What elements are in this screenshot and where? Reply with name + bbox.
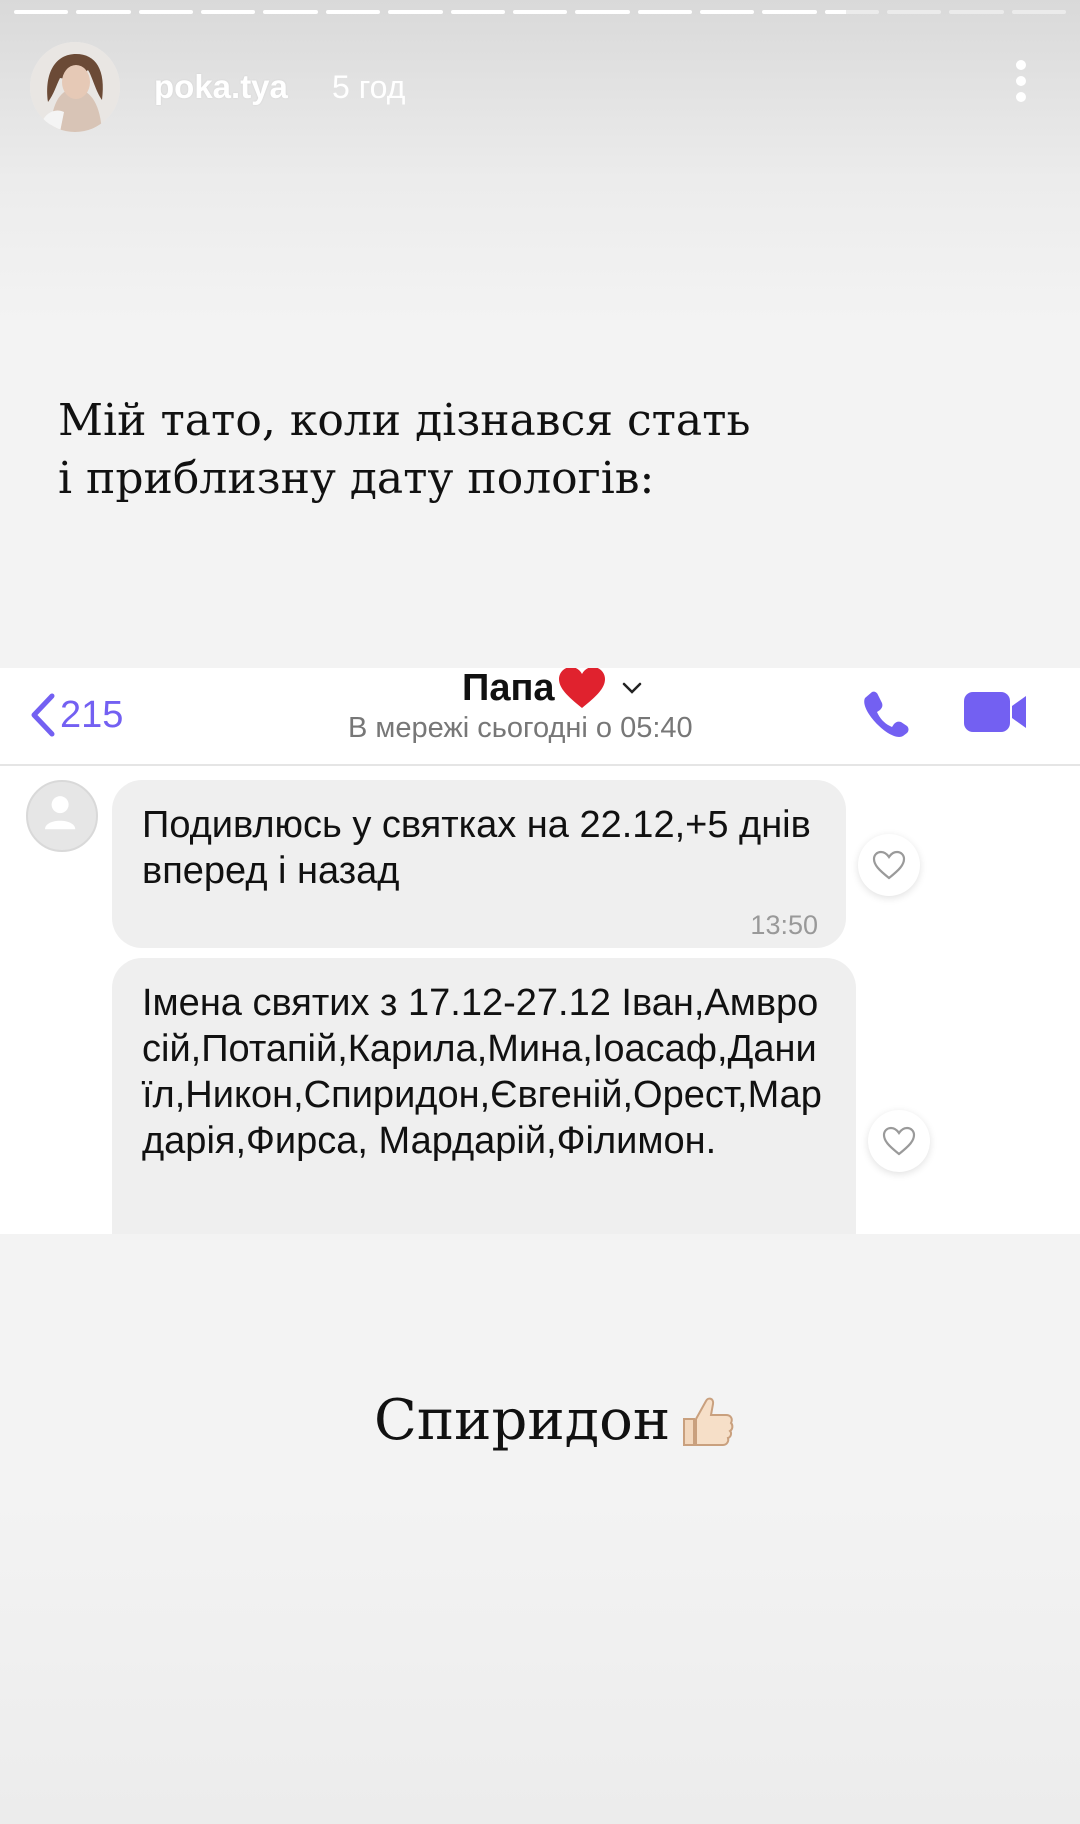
message-text: Подивлюсь у святках на 22.12,+5 днів впе…: [142, 804, 811, 892]
story-progress-segment: [949, 10, 1004, 14]
result-label: Спиридон: [374, 1388, 671, 1453]
more-options-icon[interactable]: [1014, 60, 1028, 110]
message-text: Імена святих з 17.12-27.12 Іван,Амвросій…: [142, 982, 822, 1162]
story-progress-segment: [887, 10, 942, 14]
story-progress-segment: [637, 10, 692, 14]
story-progress-segment: [325, 10, 381, 14]
story-progress-segment: [263, 10, 318, 14]
username[interactable]: poka.tya: [154, 68, 288, 106]
story-progress-segment: [201, 10, 256, 14]
story-result-text: Спиридон: [374, 1388, 736, 1453]
video-call-icon[interactable]: [962, 686, 1030, 738]
story-progress-segment: [699, 10, 755, 14]
story-progress-bar: [14, 10, 1067, 16]
message-bubble[interactable]: Подивлюсь у святках на 22.12,+5 днів впе…: [112, 780, 846, 948]
contact-status: В мережі сьогодні о 05:40: [348, 712, 693, 744]
chat-screenshot: 215 Папа В мережі сьогодні о 05:40 Подив…: [0, 668, 1080, 1234]
red-heart-icon: [558, 668, 605, 708]
contact-name[interactable]: Папа: [462, 668, 643, 710]
message-time: 13:50: [750, 910, 818, 940]
story-progress-segment: [14, 10, 69, 14]
story-progress-segment: [824, 10, 880, 14]
back-button[interactable]: 215: [28, 690, 123, 740]
message-bubble[interactable]: Імена святих з 17.12-27.12 Іван,Амвросій…: [112, 958, 856, 1234]
story-progress-segment: [450, 10, 505, 14]
heart-outline-icon: [882, 1126, 916, 1156]
story-progress-segment: [1011, 10, 1067, 14]
like-button[interactable]: [858, 834, 920, 896]
like-button[interactable]: [868, 1110, 930, 1172]
thumbs-up-icon: [683, 1397, 734, 1446]
contact-name-label: Папа: [462, 668, 555, 709]
story-time: 5 год: [332, 69, 406, 105]
unread-count: 215: [60, 693, 124, 736]
heart-outline-icon: [872, 850, 906, 880]
chevron-down-icon: [622, 682, 641, 694]
story-progress-segment: [76, 10, 131, 14]
story-progress-segment: [512, 10, 568, 14]
chat-header: 215 Папа В мережі сьогодні о 05:40: [0, 668, 1080, 766]
story-progress-segment: [762, 10, 817, 14]
phone-icon[interactable]: [860, 688, 910, 738]
story-progress-segment: [138, 10, 194, 14]
chevron-left-icon: [31, 693, 55, 737]
story-progress-segment: [575, 10, 630, 14]
story-progress-segment: [388, 10, 443, 14]
avatar[interactable]: [30, 42, 120, 132]
story-header: poka.tya 5 год: [30, 42, 1050, 132]
story-caption: Мій тато, коли дізнався стать і приблизн…: [58, 395, 751, 504]
contact-avatar[interactable]: [26, 780, 98, 852]
